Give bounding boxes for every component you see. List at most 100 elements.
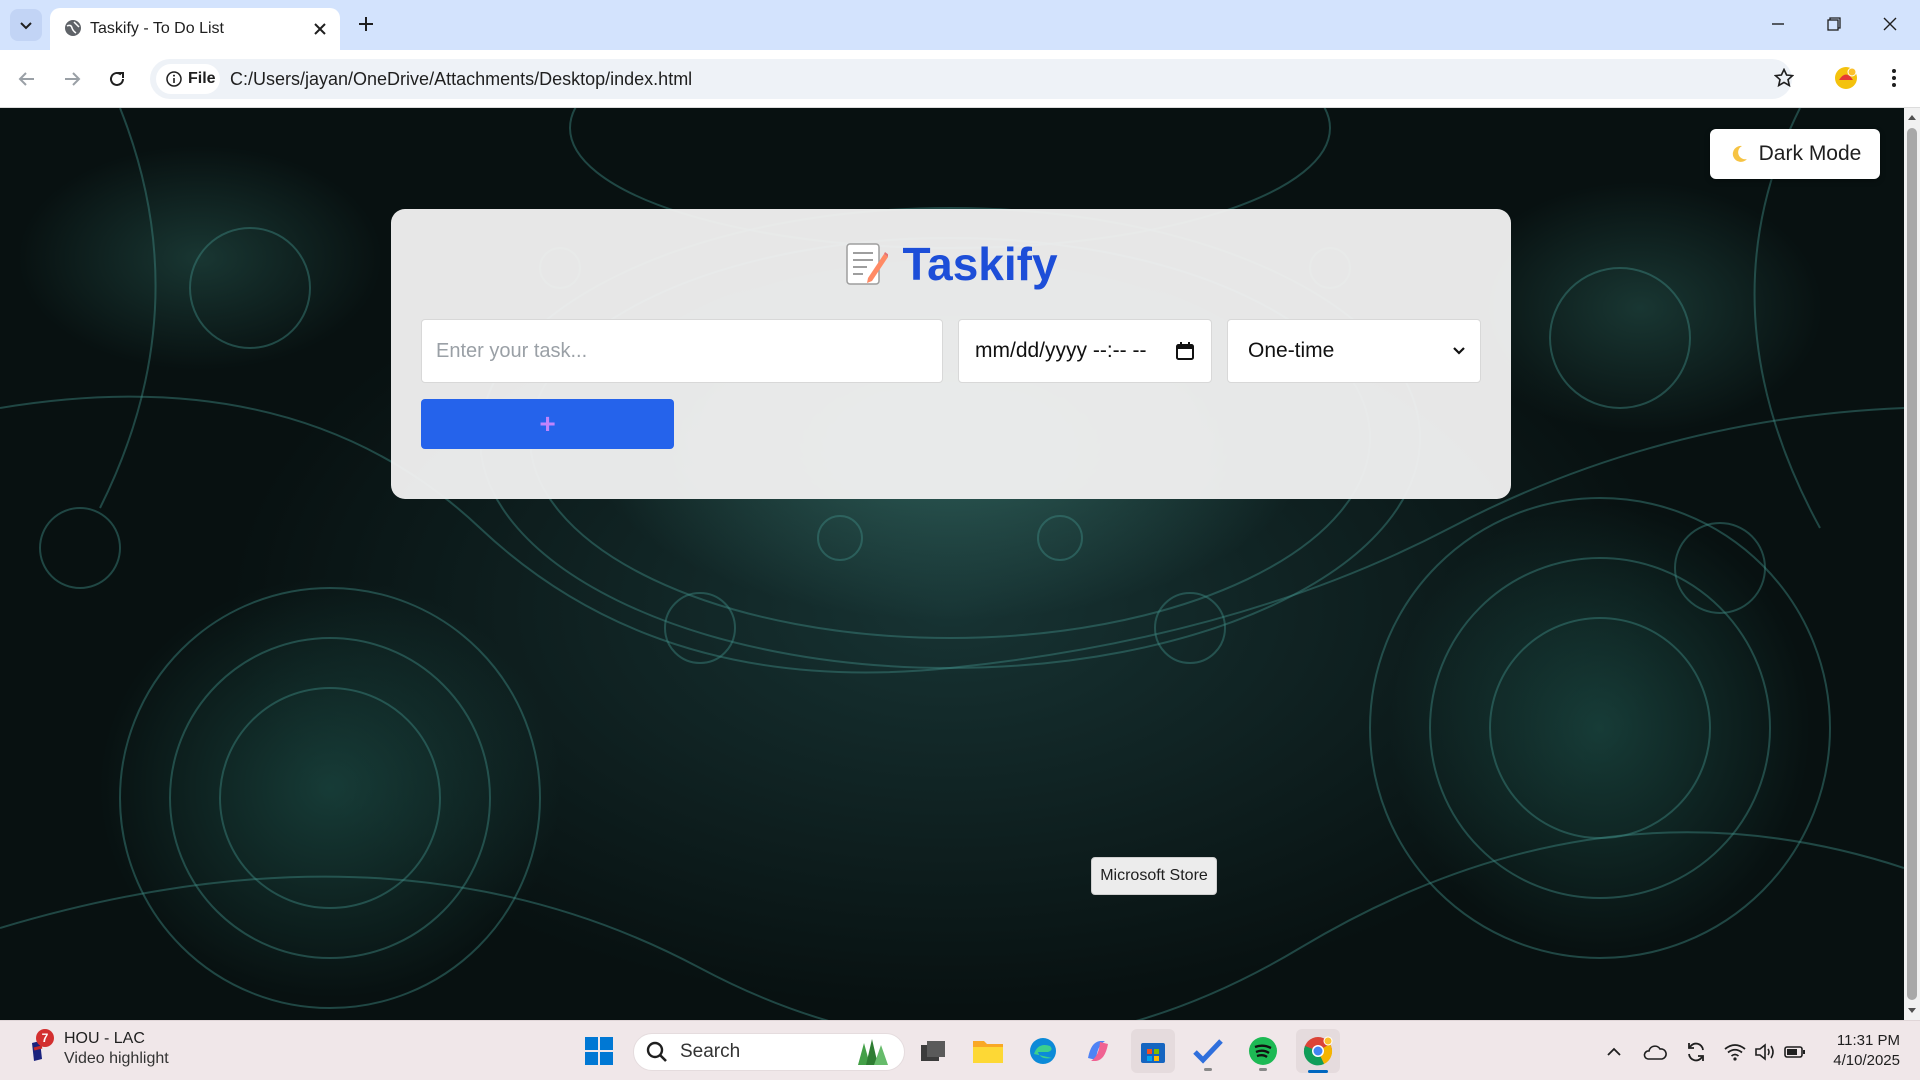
taskbar-search[interactable]: Search: [633, 1033, 905, 1071]
active-indicator: [1308, 1070, 1328, 1073]
widget-subtitle: Video highlight: [64, 1050, 169, 1067]
wifi-tray-button[interactable]: [1722, 1039, 1748, 1065]
show-hidden-icons-button[interactable]: [1601, 1039, 1627, 1065]
start-button[interactable]: [577, 1029, 621, 1073]
windows-logo-icon: [585, 1037, 613, 1065]
edge-icon: [1030, 1038, 1056, 1064]
url-text[interactable]: C:/Users/jayan/OneDrive/Attachments/Desk…: [230, 69, 692, 90]
scroll-down-icon[interactable]: [1907, 1006, 1917, 1016]
spotify-icon: [1249, 1037, 1277, 1065]
store-button[interactable]: [1131, 1029, 1175, 1073]
close-window-button[interactable]: [1870, 8, 1910, 40]
folder-icon: [973, 1041, 1003, 1063]
task-view-icon: [921, 1041, 945, 1061]
extension-button[interactable]: [1830, 62, 1862, 94]
calendar-icon[interactable]: [1175, 341, 1195, 361]
due-date-input[interactable]: mm/dd/yyyy --:-- --: [958, 319, 1212, 383]
arrow-right-icon: [65, 72, 81, 86]
page-viewport: Dark Mode Taskify mm/dd/yyyy --:-- -- On…: [0, 108, 1904, 1020]
date-placeholder: mm/dd/yyyy --:-- --: [975, 339, 1147, 362]
battery-icon: [1784, 1046, 1805, 1058]
restore-button[interactable]: [1814, 8, 1854, 40]
page-scrollbar[interactable]: [1904, 108, 1920, 1020]
app-header: Taskify: [391, 237, 1511, 291]
copilot-icon: [1088, 1041, 1108, 1061]
battery-tray-button[interactable]: [1782, 1039, 1808, 1065]
checkmark-icon: [1193, 1039, 1223, 1064]
cloud-sync-icon: [1643, 1045, 1667, 1060]
tab-title: Taskify - To Do List: [90, 20, 224, 37]
chevron-up-icon: [1607, 1047, 1621, 1056]
globe-icon: [65, 20, 81, 36]
clock-date: 4/10/2025: [1833, 1052, 1900, 1069]
info-icon: [166, 71, 182, 87]
onedrive-tray-button[interactable]: [1642, 1039, 1668, 1065]
frequency-select[interactable]: One-time: [1227, 319, 1481, 383]
add-task-label: +: [539, 408, 556, 439]
dark-mode-button[interactable]: Dark Mode: [1710, 129, 1880, 179]
app-title: Taskify: [902, 238, 1058, 290]
new-tab-button[interactable]: [352, 10, 380, 38]
running-indicator: [1259, 1068, 1267, 1071]
add-task-button[interactable]: +: [421, 399, 674, 449]
sync-icon: [1688, 1042, 1704, 1062]
plus-icon: [359, 17, 373, 31]
extension-avatar-icon: [1835, 67, 1857, 89]
memo-icon: [846, 243, 889, 285]
site-info-chip[interactable]: File: [156, 64, 220, 94]
search-highlight-icon: [858, 1039, 888, 1065]
file-explorer-button[interactable]: [966, 1029, 1010, 1073]
restore-icon: [1827, 17, 1841, 31]
bookmark-star-button[interactable]: [1768, 62, 1800, 94]
store-icon: [1141, 1043, 1165, 1063]
chrome-icon: [1303, 1036, 1333, 1066]
taskbar: 7 HOU - LAC Video highlight Search 11:31…: [0, 1020, 1920, 1080]
forward-button[interactable]: [56, 63, 88, 95]
more-vert-icon: [1892, 69, 1896, 87]
widget-icon: 7: [26, 1029, 54, 1065]
moon-icon: [1732, 145, 1747, 162]
frequency-selected: One-time: [1248, 339, 1335, 362]
task-input[interactable]: [421, 319, 943, 383]
copilot-button[interactable]: [1076, 1029, 1120, 1073]
close-tab-icon[interactable]: [308, 17, 332, 41]
running-indicator: [1204, 1068, 1212, 1071]
minimize-icon: [1772, 23, 1784, 25]
scroll-thumb[interactable]: [1907, 128, 1917, 1000]
tab-search-button[interactable]: [10, 9, 42, 41]
site-chip-label: File: [188, 70, 216, 87]
search-label: Search: [680, 1041, 741, 1062]
clock-time: 11:31 PM: [1836, 1032, 1900, 1049]
taskbar-tooltip: Microsoft Store: [1091, 857, 1217, 895]
spotify-button[interactable]: [1241, 1029, 1285, 1073]
dark-mode-label: Dark Mode: [1758, 142, 1862, 165]
news-widget[interactable]: 7 HOU - LAC Video highlight: [26, 1029, 169, 1069]
address-bar[interactable]: File C:/Users/jayan/OneDrive/Attachments…: [150, 59, 1792, 99]
reload-icon: [110, 71, 124, 86]
minimize-button[interactable]: [1758, 8, 1798, 40]
widget-title: HOU - LAC: [64, 1030, 145, 1047]
browser-toolbar: File C:/Users/jayan/OneDrive/Attachments…: [0, 50, 1920, 108]
volume-tray-button[interactable]: [1752, 1039, 1778, 1065]
task-view-button[interactable]: [911, 1029, 955, 1073]
browser-menu-button[interactable]: [1878, 62, 1910, 94]
close-icon: [1883, 17, 1897, 31]
chrome-button[interactable]: [1296, 1029, 1340, 1073]
todo-app-button[interactable]: [1186, 1029, 1230, 1073]
star-icon: [1774, 68, 1794, 88]
sync-tray-button[interactable]: [1683, 1039, 1709, 1065]
wifi-icon: [1724, 1044, 1746, 1061]
chevron-down-icon: [20, 22, 32, 30]
search-icon: [646, 1041, 667, 1062]
browser-tab[interactable]: Taskify - To Do List: [50, 8, 340, 50]
chevron-down-icon: [1453, 347, 1465, 355]
scroll-up-icon[interactable]: [1907, 112, 1917, 122]
edge-button[interactable]: [1021, 1029, 1065, 1073]
widget-badge: 7: [36, 1029, 54, 1047]
tab-strip: Taskify - To Do List: [0, 0, 1920, 50]
taskbar-clock[interactable]: 11:31 PM 4/10/2025: [1820, 1031, 1900, 1071]
speaker-icon: [1755, 1043, 1774, 1061]
reload-button[interactable]: [101, 63, 133, 95]
back-button[interactable]: [11, 63, 43, 95]
arrow-left-icon: [18, 72, 34, 86]
